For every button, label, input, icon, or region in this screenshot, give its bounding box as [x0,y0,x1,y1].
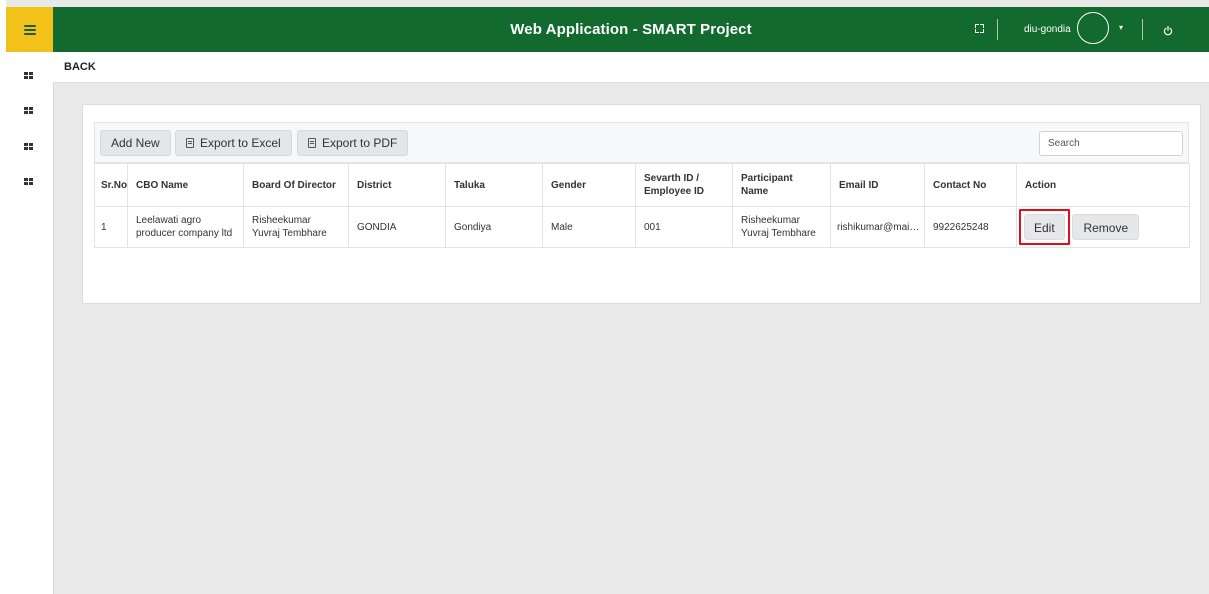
sidebar-grid-icon-4[interactable] [24,178,33,186]
district-cell: GONDIA [348,206,446,248]
sr-no-cell: 1 [94,206,128,248]
column-header: Sr.No [94,163,128,207]
export-pdf-button[interactable]: Export to PDF [297,130,409,156]
table-toolbar: Add New Export to Excel Export to PDF [94,122,1189,163]
sidebar-grid-icon-1[interactable] [24,72,33,80]
column-header: Sevarth ID / Employee ID [635,163,733,207]
top-header-bar: Web Application - SMART Project diu-gond… [53,7,1209,52]
hamburger-icon [23,24,36,35]
edit-button[interactable]: Edit [1024,214,1065,240]
sidebar [6,52,54,594]
back-link[interactable]: BACK [64,61,96,73]
remove-button[interactable]: Remove [1072,214,1140,240]
pdf-document-icon [308,138,316,148]
employee-id-cell: 001 [635,206,733,248]
participants-table: Sr.No CBO Name Board Of Director Distric… [94,163,1190,248]
contact-no-cell: 9922625248 [924,206,1017,248]
column-header: CBO Name [127,163,244,207]
column-header: Participant Name [732,163,831,207]
sidebar-grid-icon-2[interactable] [24,107,33,115]
board-of-director-cell: Risheekumar Yuvraj Tembhare [243,206,349,248]
app-frame: Web Application - SMART Project diu-gond… [0,0,1209,594]
sidebar-grid-icon-3[interactable] [24,143,33,151]
taluka-cell: Gondiya [445,206,543,248]
cbo-name-cell: Leelawati agro producer company ltd [127,206,244,248]
username-label: diu-gondia [1024,24,1071,35]
header-divider [997,19,998,40]
table-header-row: Sr.No CBO Name Board Of Director Distric… [94,163,1190,207]
export-excel-button[interactable]: Export to Excel [175,130,292,156]
column-header: Taluka [445,163,543,207]
add-new-button[interactable]: Add New [100,130,171,156]
column-header: Gender [542,163,636,207]
fullscreen-icon[interactable] [975,24,984,33]
excel-document-icon [186,138,194,148]
back-bar: BACK [53,52,1209,83]
column-header: Action [1016,163,1190,207]
power-icon[interactable] [1163,23,1173,36]
export-pdf-label: Export to PDF [322,136,398,150]
table-row: 1 Leelawati agro producer company ltd Ri… [94,206,1190,248]
caret-down-icon[interactable]: ▾ [1119,23,1123,32]
avatar[interactable] [1077,12,1109,44]
menu-toggle-button[interactable] [6,7,53,52]
header-divider [1142,19,1143,40]
search-input[interactable] [1039,131,1183,156]
gender-cell: Male [542,206,636,248]
add-new-label: Add New [111,136,160,150]
email-cell: rishikumar@maili... [830,206,925,248]
column-header: District [348,163,446,207]
edit-highlight-box: Edit [1019,209,1070,245]
participant-name-cell: Risheekumar Yuvraj Tembhare [732,206,831,248]
column-header: Email ID [830,163,925,207]
column-header: Contact No [924,163,1017,207]
action-cell: Edit Remove [1016,206,1190,248]
export-excel-label: Export to Excel [200,136,281,150]
column-header: Board Of Director [243,163,349,207]
